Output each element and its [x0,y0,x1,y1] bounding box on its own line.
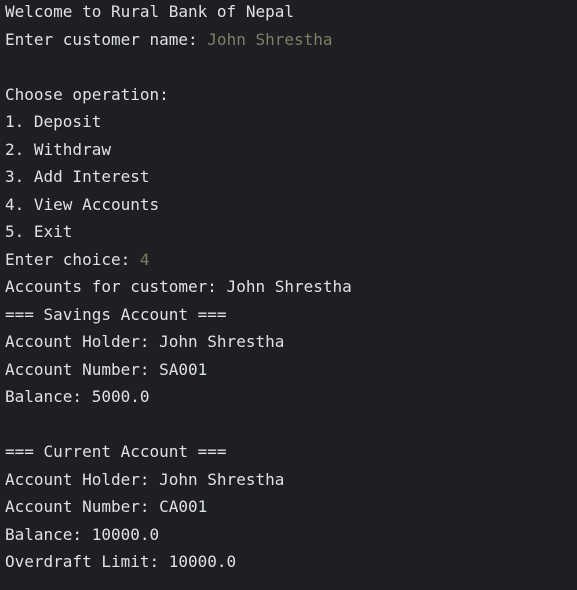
current-overdraft: Overdraft Limit: 10000.0 [5,552,237,571]
choice-line: Enter choice: 4 [5,249,150,271]
customer-name-input: John Shrestha [207,30,333,49]
console-output: Welcome to Rural Bank of Nepal Enter cus… [0,0,577,590]
welcome-line: Welcome to Rural Bank of Nepal [5,2,294,21]
accounts-header: Accounts for customer: John Shrestha [5,277,352,296]
menu-item-view-accounts: 4. View Accounts [5,195,160,214]
current-balance: Balance: 10000.0 [5,525,160,544]
current-title: === Current Account === [5,442,227,461]
savings-balance: Balance: 5000.0 [5,387,150,406]
menu-item-exit: 5. Exit [5,222,73,241]
current-number: Account Number: CA001 [5,497,208,516]
menu-item-deposit: 1. Deposit [5,112,102,131]
savings-number: Account Number: SA001 [5,360,208,379]
savings-holder: Account Holder: John Shrestha [5,332,285,351]
customer-name-line: Enter customer name: John Shrestha [5,29,333,51]
current-holder: Account Holder: John Shrestha [5,470,285,489]
choice-prompt: Enter choice: [5,250,140,269]
menu-item-add-interest: 3. Add Interest [5,167,150,186]
savings-title: === Savings Account === [5,305,227,324]
menu-title: Choose operation: [5,85,169,104]
choice-input: 4 [139,250,150,269]
customer-name-prompt: Enter customer name: [5,30,208,49]
menu-item-withdraw: 2. Withdraw [5,140,111,159]
